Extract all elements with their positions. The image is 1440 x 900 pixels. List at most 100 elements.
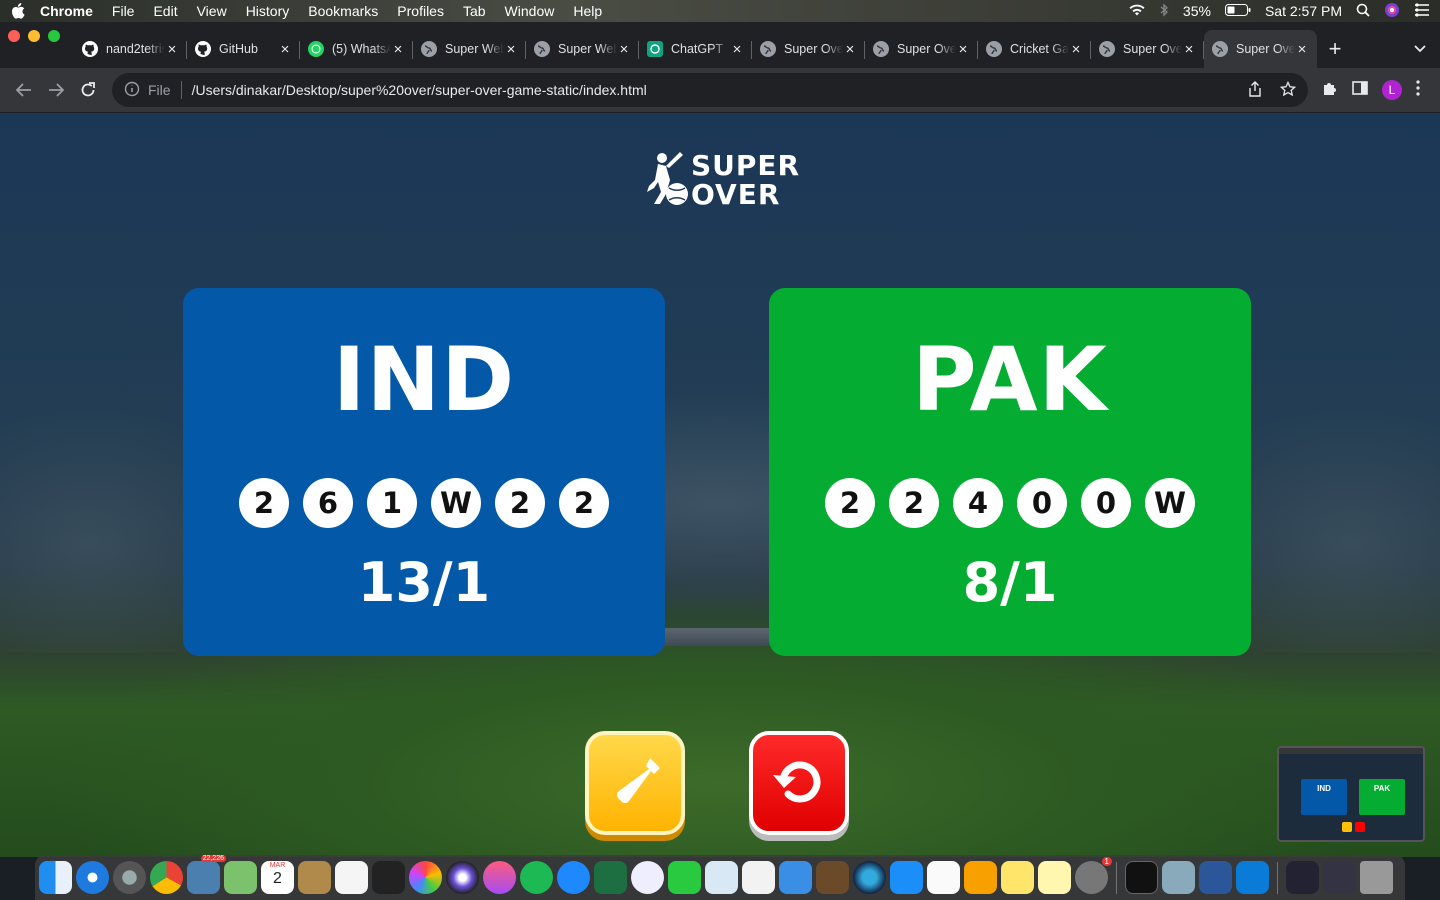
vscode-icon[interactable]: [1236, 861, 1269, 894]
spotify-icon[interactable]: [520, 861, 553, 894]
browser-tab[interactable]: Super Over ×: [865, 30, 978, 68]
reminders-icon[interactable]: [335, 861, 368, 894]
browser-tab[interactable]: GitHub ×: [187, 30, 300, 68]
siri-icon[interactable]: [1384, 2, 1400, 21]
tab-close-icon[interactable]: ×: [1069, 41, 1083, 58]
tab-search-chevron-down-icon[interactable]: [1400, 30, 1440, 68]
share-icon[interactable]: [1248, 80, 1262, 100]
minimize-window-button[interactable]: [28, 30, 40, 42]
browser-tab[interactable]: Cricket Game ×: [978, 30, 1091, 68]
battery-icon[interactable]: [1224, 3, 1251, 19]
numbers-icon[interactable]: [742, 861, 775, 894]
wifi-icon[interactable]: [1128, 3, 1146, 19]
browser-tab[interactable]: Super Over ×: [1091, 30, 1204, 68]
edge-icon[interactable]: [853, 861, 886, 894]
messages-icon[interactable]: [557, 861, 590, 894]
profile-avatar[interactable]: L: [1382, 80, 1402, 100]
browser-tab[interactable]: Super Over ×: [752, 30, 865, 68]
system-preferences-icon[interactable]: 1: [1075, 857, 1112, 894]
strike-bat-button[interactable]: [585, 731, 685, 835]
control-center-icon[interactable]: [1414, 2, 1430, 20]
recent-window-icon[interactable]: [1323, 861, 1356, 894]
photos-flower-icon[interactable]: [409, 861, 442, 894]
terminal-icon[interactable]: [1125, 861, 1158, 894]
preview-icon[interactable]: [705, 861, 738, 894]
spotlight-search-icon[interactable]: [1356, 3, 1370, 20]
zoom-window-button[interactable]: [48, 30, 60, 42]
keynote-icon[interactable]: [779, 861, 812, 894]
siri-app-icon[interactable]: [446, 861, 479, 894]
browser-tab[interactable]: (5) WhatsApp ×: [300, 30, 413, 68]
menu-edit[interactable]: Edit: [153, 3, 177, 19]
bluetooth-icon[interactable]: [1160, 2, 1169, 20]
word-icon[interactable]: [1199, 861, 1232, 894]
trash-icon[interactable]: [1360, 861, 1393, 894]
safari-icon[interactable]: [76, 861, 109, 894]
textedit-icon[interactable]: [927, 861, 960, 894]
screenshot-thumbnail[interactable]: IND PAK: [1277, 746, 1425, 842]
ball-result: W: [1145, 478, 1195, 528]
block-icon[interactable]: [631, 861, 664, 894]
menu-profiles[interactable]: Profiles: [397, 3, 444, 19]
menu-view[interactable]: View: [197, 3, 227, 19]
close-window-button[interactable]: [8, 30, 20, 42]
menubar-clock[interactable]: Sat 2:57 PM: [1265, 3, 1342, 19]
side-panel-icon[interactable]: [1352, 80, 1368, 100]
garageband-icon[interactable]: [816, 861, 849, 894]
tab-close-icon[interactable]: ×: [1182, 41, 1196, 58]
tab-close-icon[interactable]: ×: [165, 41, 179, 58]
screenshot-app-icon[interactable]: [1162, 861, 1195, 894]
tab-close-icon[interactable]: ×: [504, 41, 518, 58]
reload-icon[interactable]: [72, 74, 104, 106]
address-bar[interactable]: File /Users/dinakar/Desktop/super%20over…: [112, 73, 1308, 107]
maps-icon[interactable]: [224, 861, 257, 894]
tab-close-icon[interactable]: ×: [956, 41, 970, 58]
browser-tab[interactable]: Super Web ×: [526, 30, 639, 68]
menu-file[interactable]: File: [112, 3, 135, 19]
excel-icon[interactable]: [594, 861, 627, 894]
app-store-icon[interactable]: [890, 861, 923, 894]
photos-icon[interactable]: 22,226: [187, 855, 226, 894]
recent-window-icon[interactable]: [1286, 861, 1319, 894]
browser-tab-active[interactable]: Super Over ×: [1204, 30, 1317, 68]
back-arrow-icon[interactable]: [8, 74, 40, 106]
chrome-icon[interactable]: [150, 861, 183, 894]
menu-app-name[interactable]: Chrome: [40, 3, 93, 19]
menu-tab[interactable]: Tab: [463, 3, 486, 19]
facetime-icon[interactable]: [668, 861, 701, 894]
more-menu-icon[interactable]: [1416, 79, 1420, 101]
tab-close-icon[interactable]: ×: [1295, 41, 1309, 58]
stickies-icon[interactable]: [1001, 861, 1034, 894]
browser-tab[interactable]: ChatGPT ×: [639, 30, 752, 68]
tab-title: Super Web: [558, 42, 617, 56]
home-icon[interactable]: [964, 861, 997, 894]
tab-close-icon[interactable]: ×: [391, 41, 405, 58]
menu-help[interactable]: Help: [573, 3, 602, 19]
browser-tab[interactable]: Super Web ×: [413, 30, 526, 68]
new-tab-button[interactable]: +: [1317, 30, 1353, 68]
forward-arrow-icon[interactable]: [40, 74, 72, 106]
thumbnail-team2: PAK: [1359, 779, 1405, 815]
tab-close-icon[interactable]: ×: [278, 41, 292, 58]
menu-history[interactable]: History: [246, 3, 290, 19]
music-icon[interactable]: [483, 861, 516, 894]
menu-bookmarks[interactable]: Bookmarks: [308, 3, 378, 19]
bookmark-star-icon[interactable]: [1279, 80, 1297, 100]
calendar-icon[interactable]: MAR 2: [261, 861, 294, 894]
tab-title: GitHub: [219, 42, 258, 56]
tab-close-icon[interactable]: ×: [843, 41, 857, 58]
tab-close-icon[interactable]: ×: [617, 41, 631, 58]
finder-icon[interactable]: [39, 861, 72, 894]
menu-window[interactable]: Window: [505, 3, 555, 19]
url-text[interactable]: /Users/dinakar/Desktop/super%20over/supe…: [192, 82, 647, 98]
tab-close-icon[interactable]: ×: [730, 41, 744, 58]
info-icon[interactable]: [124, 81, 140, 100]
extensions-puzzle-icon[interactable]: [1322, 80, 1338, 101]
apple-icon[interactable]: [10, 3, 26, 19]
browser-tab[interactable]: nand2tetris ×: [74, 30, 187, 68]
notes-icon[interactable]: [1038, 861, 1071, 894]
reset-game-button[interactable]: [749, 731, 849, 835]
notes-book-icon[interactable]: [298, 861, 331, 894]
stocks-icon[interactable]: [372, 861, 405, 894]
launchpad-icon[interactable]: [113, 861, 146, 894]
